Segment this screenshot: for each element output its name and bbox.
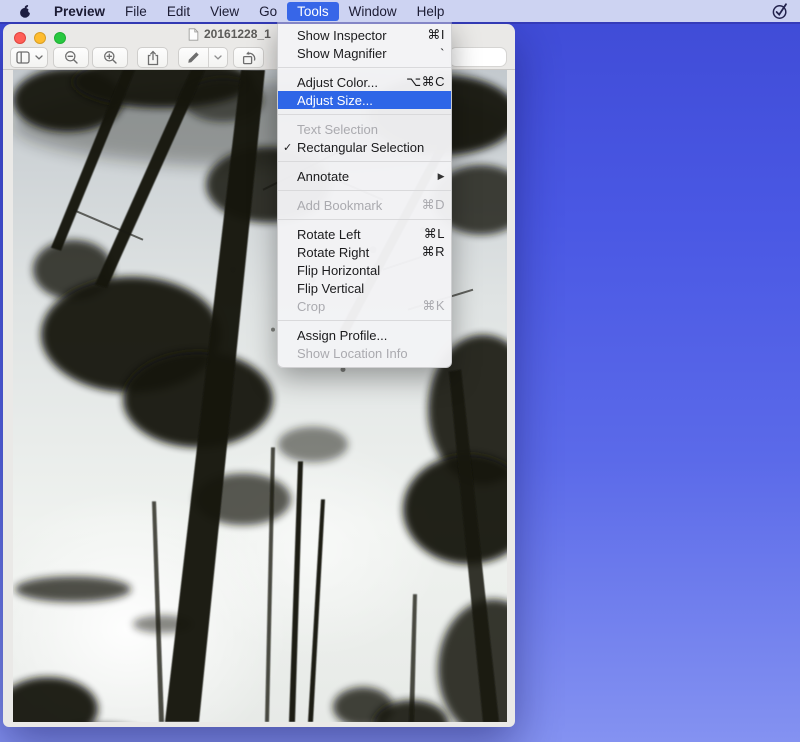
menu-separator	[278, 161, 451, 162]
menu-item-assign-profile[interactable]: Assign Profile...	[278, 326, 451, 344]
menu-bar: PreviewFileEditViewGoToolsWindowHelp	[0, 0, 800, 22]
menu-item-label: Show Location Info	[297, 346, 437, 361]
menu-item-label: Flip Vertical	[297, 281, 437, 296]
menubar-status[interactable]	[771, 2, 800, 20]
menu-item-label: Crop	[297, 299, 414, 314]
menu-item-show-magnifier[interactable]: Show Magnifier `	[278, 44, 451, 62]
zoom-window-button[interactable]	[54, 32, 66, 44]
menu-separator	[278, 219, 451, 220]
menu-shortcut: ⌘I	[427, 27, 445, 43]
submenu-arrow-icon: ▶	[438, 171, 445, 182]
apple-icon	[18, 4, 32, 19]
menu-separator	[278, 114, 451, 115]
chevron-down-icon	[35, 55, 43, 60]
menu-shortcut: ⌥⌘C	[406, 74, 445, 90]
rotate-icon	[241, 50, 257, 66]
menu-item-label: Assign Profile...	[297, 328, 437, 343]
menu-item-label: Rotate Right	[297, 245, 414, 260]
menu-item-flip-vertical[interactable]: Flip Vertical	[278, 279, 451, 297]
chevron-down-icon	[214, 55, 222, 60]
menu-item-label: Rotate Left	[297, 227, 416, 242]
menu-item-label: Adjust Size...	[297, 93, 437, 108]
menu-item-add-bookmark: Add Bookmark ⌘D	[278, 196, 451, 214]
menubar-item-preview[interactable]: Preview	[44, 2, 115, 21]
menu-shortcut: ⌘D	[422, 197, 445, 213]
apple-menu[interactable]	[0, 4, 44, 19]
menu-item-label: Annotate	[297, 169, 430, 184]
menu-shortcut: ⌘R	[422, 244, 445, 260]
document-icon	[188, 28, 199, 41]
menu-item-label: Text Selection	[297, 122, 437, 137]
menubar-item-tools[interactable]: Tools	[287, 2, 339, 21]
zoom-in-icon	[103, 50, 118, 65]
menu-item-show-location-info: Show Location Info	[278, 344, 451, 362]
menu-item-show-inspector[interactable]: Show Inspector ⌘I	[278, 26, 451, 44]
minimize-button[interactable]	[34, 32, 46, 44]
markup-dropdown-button[interactable]	[209, 48, 227, 67]
menubar-item-window[interactable]: Window	[339, 2, 407, 21]
markup-button[interactable]	[179, 48, 208, 67]
share-icon	[146, 50, 160, 66]
menu-shortcut: ⌘L	[424, 226, 445, 242]
menubar-item-edit[interactable]: Edit	[157, 2, 200, 21]
menubar-item-go[interactable]: Go	[249, 2, 287, 21]
window-title-group: 20161228_1	[188, 27, 271, 41]
zoom-out-icon	[64, 50, 79, 65]
menu-shortcut: `	[440, 46, 445, 61]
menu-separator	[278, 190, 451, 191]
menu-item-label: Adjust Color...	[297, 75, 398, 90]
zoom-in-button[interactable]	[92, 47, 128, 68]
checkmark-icon: ✓	[283, 141, 297, 154]
menu-item-annotate[interactable]: Annotate ▶	[278, 167, 451, 185]
menu-item-adjust-color[interactable]: Adjust Color... ⌥⌘C	[278, 73, 451, 91]
menubar-item-view[interactable]: View	[200, 2, 249, 21]
search-input[interactable]	[449, 47, 507, 67]
markup-pen-icon	[186, 50, 201, 65]
rotate-button[interactable]	[233, 47, 264, 68]
menu-shortcut: ⌘K	[422, 298, 445, 314]
menu-item-rotate-left[interactable]: Rotate Left ⌘L	[278, 225, 451, 243]
share-button[interactable]	[137, 47, 168, 68]
menu-item-label: Show Inspector	[297, 28, 419, 43]
menu-item-label: Rectangular Selection	[297, 140, 437, 155]
menu-item-rectangular-selection[interactable]: ✓Rectangular Selection	[278, 138, 451, 156]
zoom-out-button[interactable]	[53, 47, 89, 68]
menu-item-adjust-size[interactable]: Adjust Size...	[278, 91, 451, 109]
close-button[interactable]	[14, 32, 26, 44]
sidebar-icon	[16, 51, 33, 64]
tools-dropdown-menu: Show Inspector ⌘I Show Magnifier ` Adjust Co…	[277, 22, 452, 368]
menu-item-label: Flip Horizontal	[297, 263, 437, 278]
window-title: 20161228_1	[204, 27, 271, 41]
menu-item-label: Add Bookmark	[297, 198, 414, 213]
sidebar-toggle-button[interactable]	[10, 47, 48, 68]
markup-button-group	[178, 47, 228, 68]
menu-item-crop: Crop ⌘K	[278, 297, 451, 315]
traffic-lights	[14, 32, 66, 44]
check-circle-icon	[771, 2, 790, 20]
menubar-item-help[interactable]: Help	[407, 2, 455, 21]
menu-item-rotate-right[interactable]: Rotate Right ⌘R	[278, 243, 451, 261]
menu-item-text-selection: Text Selection	[278, 120, 451, 138]
menu-item-flip-horizontal[interactable]: Flip Horizontal	[278, 261, 451, 279]
menubar-item-file[interactable]: File	[115, 2, 157, 21]
menu-separator	[278, 320, 451, 321]
menu-separator	[278, 67, 451, 68]
menu-item-label: Show Magnifier	[297, 46, 432, 61]
